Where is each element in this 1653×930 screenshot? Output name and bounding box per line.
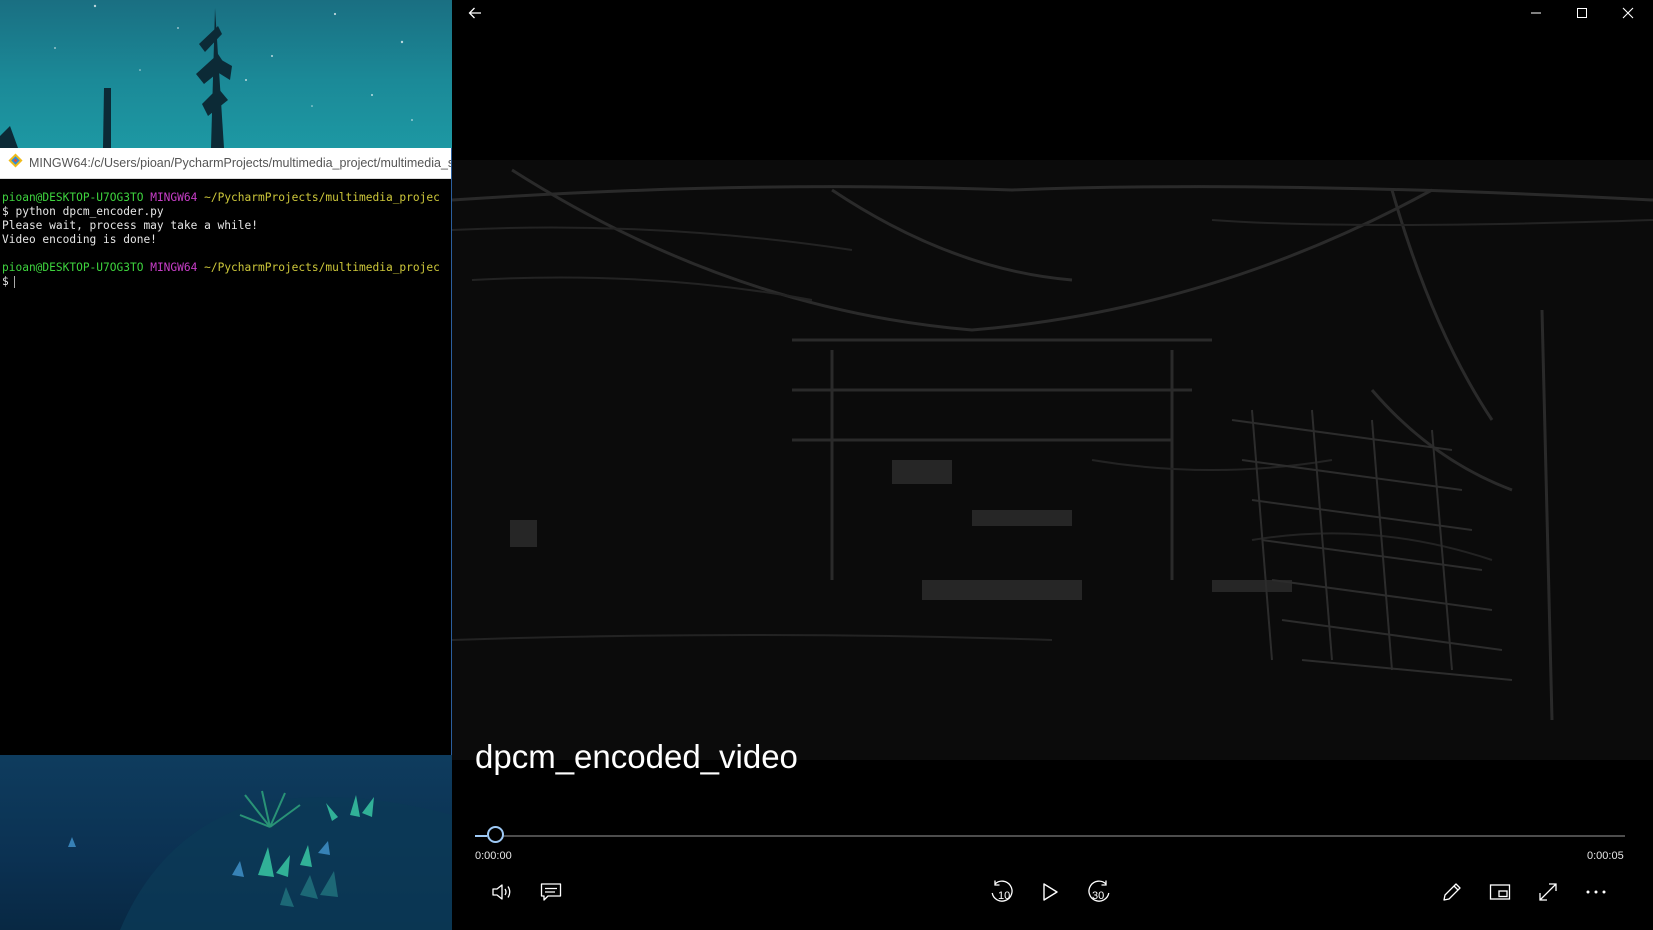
play-button[interactable] <box>1033 875 1067 909</box>
prompt-env: MINGW64 <box>150 261 198 274</box>
mini-view-icon <box>1489 883 1511 901</box>
prompt-user-host: pioan@DESKTOP-U7OG3TO <box>2 191 144 204</box>
video-title: dpcm_encoded_video <box>475 738 798 775</box>
seek-thumb[interactable] <box>487 826 504 843</box>
text-cursor <box>13 276 15 288</box>
edit-button[interactable] <box>1435 875 1469 909</box>
terminal-prompt-line: pioan@DESKTOP-U7OG3TO MINGW64 ~/PycharmP… <box>2 191 451 205</box>
skip-back-label: 10 <box>998 890 1011 902</box>
desktop-wallpaper-top <box>0 0 452 148</box>
fullscreen-button[interactable] <box>1531 875 1565 909</box>
terminal-output-line: Video encoding is done! <box>2 233 157 246</box>
more-options-button[interactable] <box>1579 875 1613 909</box>
prompt-path: ~/PycharmProjects/multimedia_projec <box>204 261 440 274</box>
more-icon <box>1585 889 1607 895</box>
video-player-window[interactable]: dpcm_encoded_video 0:00:00 0:00:05 10 30 <box>452 0 1653 930</box>
current-time: 0:00:00 <box>475 850 512 862</box>
mini-view-button[interactable] <box>1483 875 1517 909</box>
skip-forward-icon: 30 <box>1086 879 1112 905</box>
seek-bar-progress <box>475 835 487 837</box>
prompt-path: ~/PycharmProjects/multimedia_projec <box>204 191 440 204</box>
maximize-icon <box>1576 6 1588 24</box>
terminal-command-line: $ python dpcm_encoder.py <box>2 205 164 218</box>
volume-icon <box>491 882 513 902</box>
subtitles-button[interactable] <box>534 875 568 909</box>
seek-bar[interactable] <box>475 835 1625 837</box>
terminal-titlebar[interactable]: MINGW64:/c/Users/pioan/PycharmProjects/m… <box>0 148 451 179</box>
video-frame[interactable] <box>452 160 1653 760</box>
terminal-input-line[interactable]: $ <box>2 275 451 289</box>
back-arrow-icon <box>468 6 482 25</box>
wallpaper-foliage-art <box>68 790 452 930</box>
terminal-window[interactable]: MINGW64:/c/Users/pioan/PycharmProjects/m… <box>0 148 452 755</box>
maximize-button[interactable] <box>1559 0 1605 30</box>
prompt-user-host: pioan@DESKTOP-U7OG3TO <box>2 261 144 274</box>
terminal-title: MINGW64:/c/Users/pioan/PycharmProjects/m… <box>29 156 451 170</box>
edit-pen-icon <box>1441 881 1463 903</box>
prompt-env: MINGW64 <box>150 191 198 204</box>
close-icon <box>1622 6 1634 24</box>
volume-button[interactable] <box>485 875 519 909</box>
close-button[interactable] <box>1605 0 1651 30</box>
minimize-icon <box>1530 6 1542 24</box>
total-time: 0:00:05 <box>1587 850 1624 862</box>
skip-back-button[interactable]: 10 <box>985 875 1019 909</box>
prompt-dollar: $ <box>2 275 9 288</box>
subtitles-icon <box>540 882 562 902</box>
terminal-output[interactable]: pioan@DESKTOP-U7OG3TO MINGW64 ~/PycharmP… <box>0 179 451 289</box>
git-bash-icon <box>8 153 23 173</box>
desktop-wallpaper-bottom <box>0 755 452 930</box>
terminal-prompt-line: pioan@DESKTOP-U7OG3TO MINGW64 ~/PycharmP… <box>2 261 451 275</box>
skip-forward-button[interactable]: 30 <box>1082 875 1116 909</box>
terminal-output-line: Please wait, process may take a while! <box>2 219 258 232</box>
skip-back-icon: 10 <box>989 879 1015 905</box>
play-icon <box>1041 882 1059 902</box>
skip-forward-label: 30 <box>1092 890 1105 902</box>
video-content <box>452 168 1653 721</box>
wallpaper-forest-art <box>0 4 413 148</box>
fullscreen-icon <box>1537 881 1559 903</box>
minimize-button[interactable] <box>1513 0 1559 30</box>
back-button[interactable] <box>452 0 498 30</box>
